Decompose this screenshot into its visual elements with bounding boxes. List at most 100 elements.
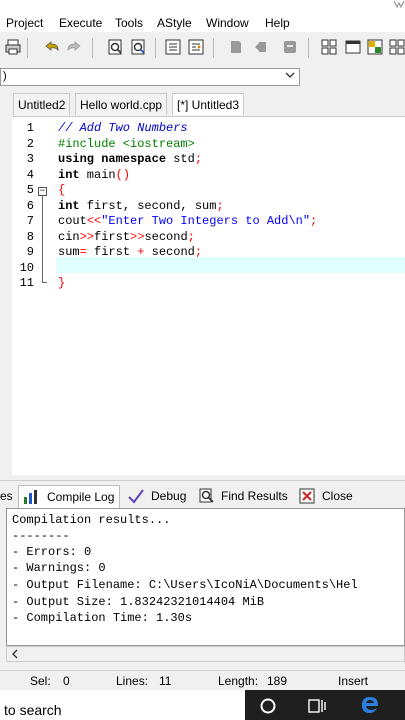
bar-chart-icon xyxy=(24,490,37,504)
close-button[interactable]: Close xyxy=(299,485,359,507)
line-number: 1 xyxy=(26,121,34,135)
redo-icon[interactable] xyxy=(65,38,83,56)
line-number: 11 xyxy=(19,276,34,290)
scope-dropdown[interactable]: ) xyxy=(0,68,300,86)
code-line-3: using namespace std; xyxy=(58,152,203,166)
status-sel-value: 0 xyxy=(63,674,70,688)
editor-tabs: Untitled2 Hello world.cpp [*] Untitled3 xyxy=(0,90,405,116)
task-view-icon[interactable] xyxy=(307,697,327,715)
tab-resources-partial[interactable]: es xyxy=(0,485,13,507)
tab-debug[interactable]: Debug xyxy=(128,485,192,507)
status-lines-value: 11 xyxy=(159,674,172,688)
code-line-5: { xyxy=(58,183,66,197)
toggle-bookmark-icon[interactable] xyxy=(227,38,245,56)
scope-dropdown-value: ) xyxy=(3,70,7,82)
code-line-2: #include <iostream> xyxy=(58,137,195,151)
fold-toggle-icon[interactable]: − xyxy=(38,187,47,196)
new-project-icon[interactable] xyxy=(320,38,338,56)
tab-untitled2[interactable]: Untitled2 xyxy=(13,93,71,115)
unindent-icon[interactable] xyxy=(187,38,205,56)
line-number: 9 xyxy=(26,245,34,259)
line-number: 4 xyxy=(26,168,34,182)
prev-bookmark-icon[interactable] xyxy=(251,38,269,56)
status-sel-label: Sel: xyxy=(30,674,51,688)
class-browser-icon[interactable] xyxy=(366,38,384,56)
log-line: Compilation results... xyxy=(12,513,171,527)
grid-icon[interactable] xyxy=(388,38,405,56)
tab-find-results[interactable]: Find Results xyxy=(199,485,291,507)
print-icon[interactable] xyxy=(4,38,22,56)
menu-window[interactable]: Window xyxy=(206,16,249,30)
checkmark-icon xyxy=(128,489,144,504)
status-length-label: Length: xyxy=(218,674,259,688)
compile-log-output[interactable]: Compilation results... -------- - Errors… xyxy=(6,508,405,646)
tab-untitled3[interactable]: [*] Untitled3 xyxy=(172,93,245,115)
menu-execute[interactable]: Execute xyxy=(59,16,102,30)
toolbar xyxy=(0,32,405,64)
current-line-highlight xyxy=(56,257,405,273)
line-number: 6 xyxy=(26,199,34,213)
menu-project[interactable]: Project xyxy=(6,16,43,30)
code-line-9: sum= first + second; xyxy=(58,245,203,259)
chevron-down-icon[interactable] xyxy=(285,71,295,82)
toolbar-separator xyxy=(213,38,214,58)
line-number: 2 xyxy=(26,137,34,151)
code-line-6: int first, second, sum; xyxy=(58,199,224,213)
windows-taskbar: to search xyxy=(0,690,405,720)
code-editor[interactable]: 1 2 3 4 5 6 7 8 9 10 11 − // Add Two Num… xyxy=(12,116,405,475)
log-line: - Compilation Time: 1.30s xyxy=(12,611,193,625)
taskbar-search-box[interactable]: to search xyxy=(0,690,245,720)
tab-debug-label: Debug xyxy=(151,489,187,503)
code-line-7: cout<<"Enter Two Integers to Add\n"; xyxy=(58,214,318,228)
log-line: -------- xyxy=(12,529,70,543)
close-button-label: Close xyxy=(322,489,353,503)
next-bookmark-icon[interactable] xyxy=(281,38,299,56)
line-number: 8 xyxy=(26,230,34,244)
code-line-1: // Add Two Numbers xyxy=(58,121,188,135)
toolbar-separator xyxy=(92,38,93,58)
line-number: 3 xyxy=(26,152,34,166)
taskbar-search-text: to search xyxy=(4,702,62,718)
search-icon xyxy=(199,488,214,503)
cortana-icon[interactable] xyxy=(259,697,277,715)
toolbar-separator xyxy=(27,38,28,58)
code-line-8: cin>>first>>second; xyxy=(58,230,195,244)
menu-bar: Project Execute Tools AStyle Window Help xyxy=(0,0,405,32)
replace-icon[interactable] xyxy=(130,38,148,56)
fold-guide-line xyxy=(42,196,43,282)
tab-compile-log[interactable]: Compile Log xyxy=(18,485,120,508)
log-horizontal-scrollbar[interactable] xyxy=(6,646,405,662)
status-length-value: 189 xyxy=(267,674,288,688)
taskbar-icons xyxy=(245,690,405,720)
code-line-4: int main() xyxy=(58,168,131,182)
close-icon xyxy=(299,488,315,504)
log-line: - Warnings: 0 xyxy=(12,561,106,575)
scope-combo-row: ) xyxy=(0,64,405,90)
edge-browser-icon[interactable] xyxy=(359,694,381,716)
line-number-gutter: 1 2 3 4 5 6 7 8 9 10 11 − xyxy=(12,117,56,475)
scroll-left-icon[interactable] xyxy=(10,649,20,659)
tab-compile-log-label: Compile Log xyxy=(47,490,115,504)
log-line: - Output Size: 1.83242321014404 MiB xyxy=(12,595,265,609)
window-icon[interactable] xyxy=(344,38,362,56)
find-icon[interactable] xyxy=(107,38,125,56)
left-panel-edge xyxy=(0,116,12,474)
log-line: - Output Filename: C:\Users\IcoNiA\Docum… xyxy=(12,578,358,592)
status-bar: Sel: 0 Lines: 11 Length: 189 Insert xyxy=(0,670,405,691)
window-corner-icon xyxy=(391,0,405,10)
toolbar-separator xyxy=(155,38,156,58)
line-number: 7 xyxy=(26,214,34,228)
menu-astyle[interactable]: AStyle xyxy=(157,16,192,30)
menu-help[interactable]: Help xyxy=(265,16,290,30)
undo-icon[interactable] xyxy=(43,38,61,56)
log-line: - Errors: 0 xyxy=(12,545,92,559)
indent-icon[interactable] xyxy=(164,38,182,56)
status-lines-label: Lines: xyxy=(116,674,149,688)
tab-hello-world[interactable]: Hello world.cpp xyxy=(75,93,168,115)
code-line-11: } xyxy=(58,276,66,290)
menu-tools[interactable]: Tools xyxy=(115,16,143,30)
tab-find-results-label: Find Results xyxy=(221,489,288,503)
toolbar-separator xyxy=(308,38,309,58)
fold-guide-end xyxy=(42,282,47,283)
output-tabs: es Compile Log Debug Find Results Close xyxy=(0,480,405,509)
